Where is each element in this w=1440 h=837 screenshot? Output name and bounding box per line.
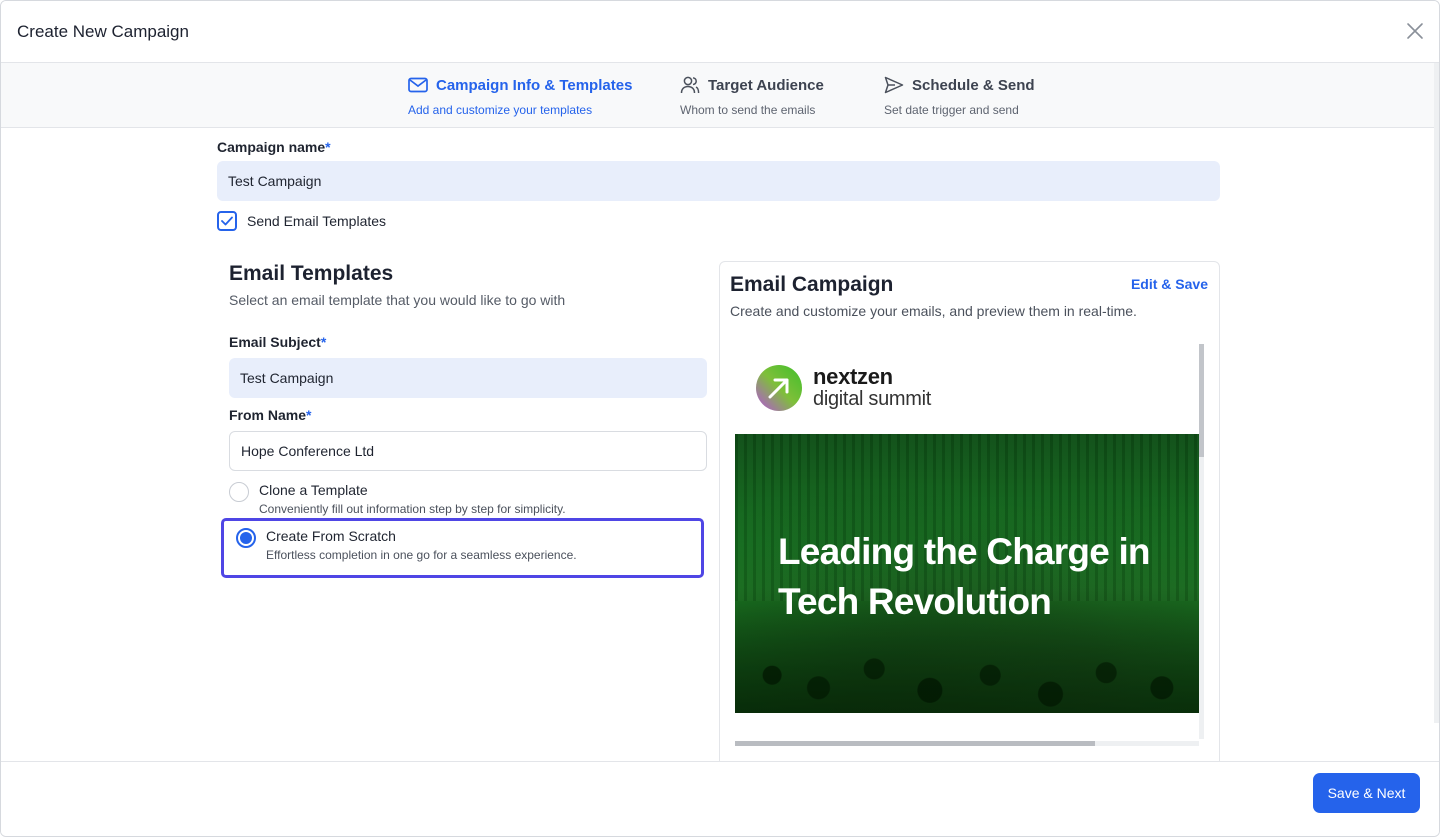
required-mark: * — [325, 139, 331, 155]
email-templates-subtitle: Select an email template that you would … — [229, 292, 566, 308]
send-templates-label: Send Email Templates — [247, 213, 387, 229]
vertical-scroll-thumb[interactable] — [1199, 344, 1204, 457]
from-name-label: From Name* — [229, 407, 311, 423]
option-title: Clone a Template — [259, 482, 368, 498]
campaign-name-input[interactable] — [217, 161, 1220, 201]
option-clone-template[interactable]: Clone a Template Conveniently fill out i… — [229, 480, 566, 516]
from-name-label-text: From Name — [229, 407, 307, 423]
email-subject-label-text: Email Subject — [229, 334, 321, 350]
email-templates-panel: Email Templates Select an email template… — [221, 262, 707, 578]
option-description: Effortless completion in one go for a se… — [266, 548, 577, 562]
required-mark: * — [306, 407, 312, 423]
campaign-name-label: Campaign name* — [217, 139, 331, 155]
step-title: Schedule & Send — [912, 76, 1035, 94]
email-templates-title: Email Templates — [229, 262, 394, 285]
clone-template-radio[interactable] — [229, 482, 249, 502]
email-campaign-subtitle: Create and customize your emails, and pr… — [730, 303, 1137, 319]
from-name-input[interactable] — [229, 431, 707, 471]
email-campaign-title: Email Campaign — [730, 273, 894, 296]
step-title: Target Audience — [708, 76, 824, 94]
step-title: Campaign Info & Templates — [436, 76, 633, 94]
nextzen-logo-mark — [756, 365, 802, 411]
option-title: Create From Scratch — [266, 528, 396, 544]
modal-title: Create New Campaign — [17, 22, 189, 41]
option-create-from-scratch[interactable]: Create From Scratch Effortless completio… — [221, 518, 704, 578]
step-campaign-info[interactable]: Campaign Info & Templates Add and custom… — [408, 75, 633, 118]
option-description: Conveniently fill out information step b… — [259, 502, 566, 516]
preview-horizontal-scrollbar[interactable] — [735, 741, 1199, 746]
step-target-audience[interactable]: Target Audience Whom to send the emails — [680, 75, 824, 118]
close-icon[interactable] — [1405, 21, 1425, 41]
modal-content: Campaign name* Send Email Templates Emai… — [1, 128, 1433, 761]
required-mark: * — [320, 334, 327, 350]
preview-vertical-scrollbar[interactable] — [1199, 344, 1204, 739]
modal-header: Create New Campaign — [1, 1, 1439, 63]
logo-line-2: digital summit — [813, 388, 932, 410]
create-campaign-modal: Create New Campaign Campaign Info & Temp… — [0, 0, 1440, 837]
send-templates-checkbox[interactable] — [217, 211, 237, 231]
send-icon — [884, 76, 904, 94]
email-preview: nextzen digital summit Leading the Charg… — [735, 344, 1199, 744]
email-campaign-preview-panel: Email Campaign Edit & Save Create and cu… — [719, 261, 1220, 761]
hero-banner: Leading the Charge in Tech Revolution — [735, 434, 1199, 713]
step-subtitle: Whom to send the emails — [680, 103, 816, 117]
save-next-button[interactable]: Save & Next — [1313, 773, 1420, 813]
horizontal-scroll-thumb[interactable] — [735, 741, 1095, 746]
step-schedule-send[interactable]: Schedule & Send Set date trigger and sen… — [884, 75, 1035, 118]
step-subtitle: Add and customize your templates — [408, 103, 593, 117]
email-subject-input[interactable] — [229, 358, 707, 398]
campaign-name-label-text: Campaign name — [217, 139, 326, 155]
create-from-scratch-radio[interactable] — [236, 528, 256, 548]
users-icon — [680, 76, 700, 94]
email-subject-label: Email Subject* — [229, 334, 326, 350]
edit-save-link[interactable]: Edit & Save — [1131, 276, 1208, 292]
nextzen-logo: nextzen digital summit — [755, 364, 931, 412]
logo-line-1: nextzen — [813, 364, 893, 389]
modal-footer: Save & Next — [1, 761, 1439, 836]
check-icon — [221, 216, 233, 226]
step-subtitle: Set date trigger and send — [884, 103, 1019, 117]
send-templates-row[interactable]: Send Email Templates — [217, 211, 386, 231]
mail-icon — [408, 77, 428, 93]
stepper: Campaign Info & Templates Add and custom… — [1, 63, 1439, 128]
modal-scrollbar[interactable] — [1434, 63, 1439, 723]
hero-headline: Leading the Charge in Tech Revolution — [778, 531, 1151, 622]
